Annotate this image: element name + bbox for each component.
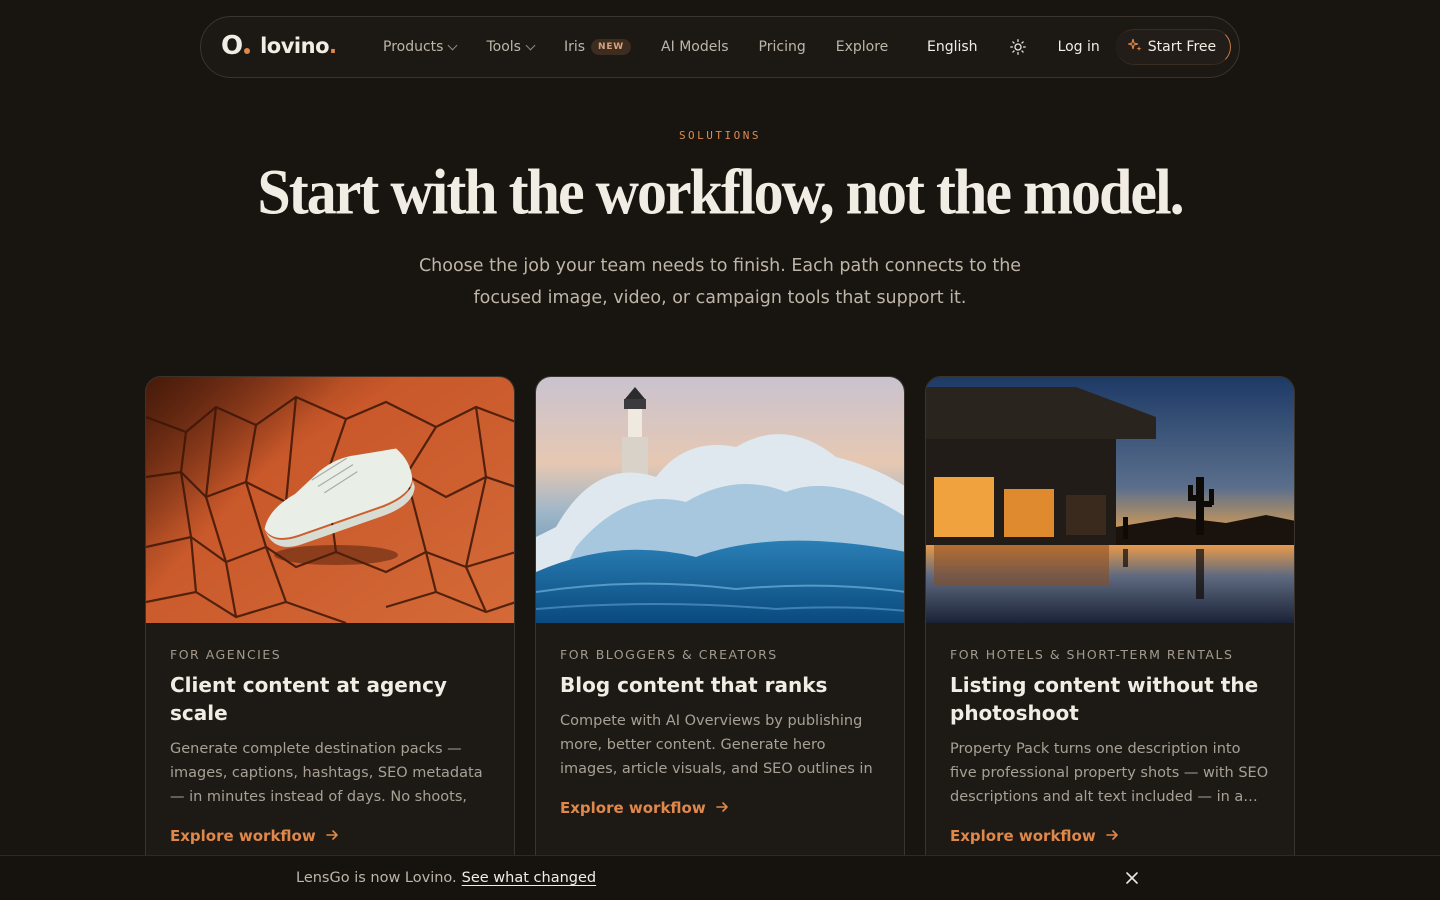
language-selector[interactable]: English <box>927 39 978 55</box>
start-free-label: Start Free <box>1147 39 1217 55</box>
card-audience: FOR AGENCIES <box>170 647 282 662</box>
nav-iris-link[interactable]: Iris NEW <box>563 39 632 55</box>
nav-explore-link[interactable]: Explore <box>836 39 889 55</box>
close-icon[interactable] <box>1124 870 1140 886</box>
arrow-right-icon <box>325 827 339 845</box>
card-image-lighthouse <box>536 377 904 623</box>
nav-actions: English Log in Start Free <box>927 17 1232 77</box>
banner-message: LensGo is now Lovino. <box>296 870 457 886</box>
card-title: Blog content that ranks <box>560 673 828 697</box>
blogger-workflow-card[interactable]: FOR BLOGGERS & CREATORS Blog content tha… <box>535 376 905 876</box>
page-subtitle: Choose the job your team needs to finish… <box>418 256 1022 308</box>
nav-tools-label: Tools <box>486 39 521 55</box>
logo[interactable]: O lovino. <box>221 31 337 61</box>
nav-iris-label: Iris <box>563 39 586 55</box>
nav-links: Products Tools Iris NEW AI Models Pricin… <box>383 17 918 77</box>
card-image-sneaker <box>146 377 514 623</box>
login-button[interactable]: Log in <box>1058 39 1100 55</box>
nav-pricing-link[interactable]: Pricing <box>759 39 806 55</box>
card-body: FOR AGENCIES Client content at agency sc… <box>146 623 514 845</box>
explore-workflow-link[interactable]: Explore workflow <box>170 827 490 845</box>
nav-products-label: Products <box>383 39 444 55</box>
card-description: Compete with AI Overviews by publishing … <box>560 713 873 777</box>
chevron-down-icon <box>448 40 458 50</box>
arrow-right-icon <box>1105 827 1119 845</box>
card-audience: FOR BLOGGERS & CREATORS <box>560 647 778 662</box>
arrow-right-icon <box>715 799 729 817</box>
start-free-button[interactable]: Start Free <box>1115 29 1232 65</box>
sparkle-icon <box>1126 38 1142 56</box>
section-eyebrow: SOLUTIONS <box>678 129 762 142</box>
chevron-down-icon <box>525 40 536 50</box>
sun-icon[interactable] <box>1008 37 1028 57</box>
card-body: FOR HOTELS & SHORT-TERM RENTALS Listing … <box>926 623 1294 845</box>
hotel-workflow-card[interactable]: FOR HOTELS & SHORT-TERM RENTALS Listing … <box>925 376 1295 876</box>
card-title: Listing content without the photoshoot <box>950 673 1259 725</box>
page-headline: Start with the workflow, not the model. <box>257 156 1184 228</box>
agency-workflow-card[interactable]: FOR AGENCIES Client content at agency sc… <box>145 376 515 876</box>
new-badge: NEW <box>591 39 632 55</box>
explore-workflow-link[interactable]: Explore workflow <box>560 799 880 817</box>
explore-workflow-label: Explore workflow <box>950 827 1096 845</box>
card-title: Client content at agency scale <box>170 673 447 725</box>
top-navigation: O lovino. Products Tools Iris NEW AI Mod… <box>200 16 1240 78</box>
logo-mark: O <box>221 31 251 61</box>
rebrand-banner: LensGo is now Lovino. See what changed <box>0 855 1440 900</box>
see-what-changed-link[interactable]: See what changed <box>462 870 596 886</box>
explore-workflow-label: Explore workflow <box>560 799 706 817</box>
card-description: Generate complete destination packs — im… <box>170 741 483 805</box>
nav-ai-models-link[interactable]: AI Models <box>661 39 728 55</box>
card-body: FOR BLOGGERS & CREATORS Blog content tha… <box>536 623 904 817</box>
card-audience: FOR HOTELS & SHORT-TERM RENTALS <box>950 647 1234 662</box>
nav-tools-menu[interactable]: Tools <box>486 39 536 55</box>
card-image-villa <box>926 377 1294 623</box>
explore-workflow-link[interactable]: Explore workflow <box>950 827 1270 845</box>
card-description: Property Pack turns one description into… <box>950 741 1269 805</box>
banner-text: LensGo is now Lovino. See what changed <box>296 870 596 886</box>
nav-products-menu[interactable]: Products <box>383 39 458 55</box>
logo-mark-dot <box>244 48 251 54</box>
explore-workflow-label: Explore workflow <box>170 827 316 845</box>
logo-wordmark: lovino. <box>260 34 337 58</box>
